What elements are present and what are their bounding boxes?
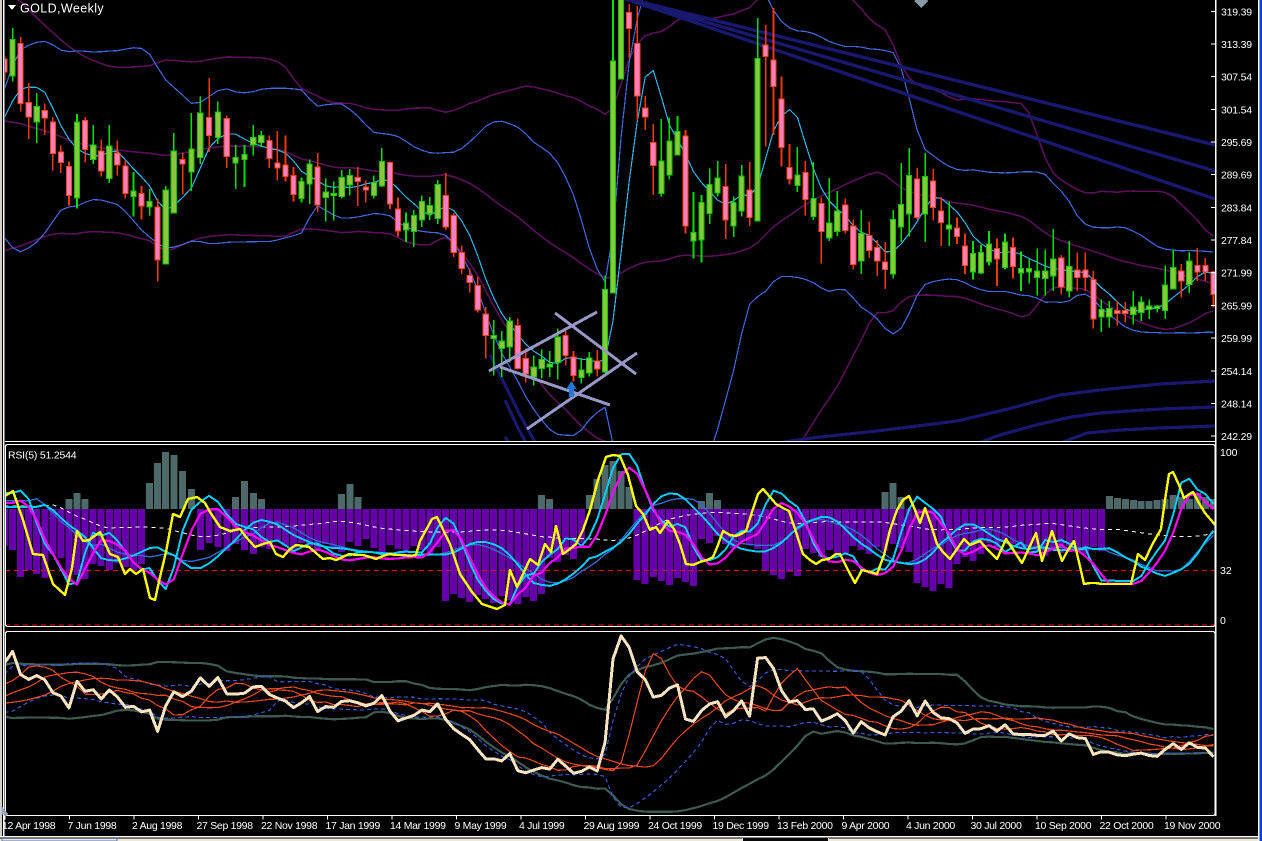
svg-text:RSI(5) 51.2544: RSI(5) 51.2544 (8, 450, 77, 462)
svg-text:277.84: 277.84 (1221, 235, 1252, 247)
svg-text:24 Oct 1999: 24 Oct 1999 (648, 820, 702, 832)
svg-text:301.54: 301.54 (1221, 104, 1252, 116)
svg-text:307.54: 307.54 (1221, 72, 1252, 84)
svg-text:27 Sep 1998: 27 Sep 1998 (197, 820, 254, 832)
svg-text:295.69: 295.69 (1221, 137, 1252, 149)
svg-text:22 Oct 2000: 22 Oct 2000 (1100, 820, 1154, 832)
svg-text:319.39: 319.39 (1221, 6, 1252, 18)
svg-text:313.39: 313.39 (1221, 39, 1252, 51)
svg-text:32: 32 (1220, 565, 1232, 577)
svg-text:29 Aug 1999: 29 Aug 1999 (584, 820, 640, 832)
svg-text:283.84: 283.84 (1221, 202, 1252, 214)
svg-text:GOLD,Weekly: GOLD,Weekly (20, 2, 104, 16)
svg-text:289.69: 289.69 (1221, 170, 1252, 182)
svg-text:19 Nov 2000: 19 Nov 2000 (1164, 820, 1221, 832)
svg-text:12 Apr 1998: 12 Apr 1998 (2, 820, 56, 832)
svg-text:9 May 1999: 9 May 1999 (455, 820, 507, 832)
svg-text:17 Jan 1999: 17 Jan 1999 (326, 820, 381, 832)
svg-text:22 Nov 1998: 22 Nov 1998 (261, 820, 318, 832)
svg-text:9 Apr 2000: 9 Apr 2000 (842, 820, 890, 832)
svg-text:2 Aug 1998: 2 Aug 1998 (132, 820, 183, 832)
svg-text:7 Jun 1998: 7 Jun 1998 (68, 820, 117, 832)
svg-text:13 Feb 2000: 13 Feb 2000 (777, 820, 833, 832)
svg-text:242.29: 242.29 (1221, 431, 1252, 443)
svg-text:19 Dec 1999: 19 Dec 1999 (713, 820, 770, 832)
svg-text:265.99: 265.99 (1221, 300, 1252, 312)
svg-text:254.14: 254.14 (1221, 366, 1252, 378)
svg-text:30 Jul 2000: 30 Jul 2000 (971, 820, 1022, 832)
svg-text:10 Sep 2000: 10 Sep 2000 (1035, 820, 1092, 832)
svg-text:4 Jul 1999: 4 Jul 1999 (519, 820, 565, 832)
svg-text:0: 0 (1220, 615, 1226, 627)
svg-text:4 Jun 2000: 4 Jun 2000 (906, 820, 955, 832)
svg-text:271.99: 271.99 (1221, 268, 1252, 280)
svg-text:248.14: 248.14 (1221, 399, 1252, 411)
svg-text:100: 100 (1220, 447, 1238, 459)
svg-text:259.99: 259.99 (1221, 333, 1252, 345)
svg-text:14 Mar 1999: 14 Mar 1999 (390, 820, 446, 832)
